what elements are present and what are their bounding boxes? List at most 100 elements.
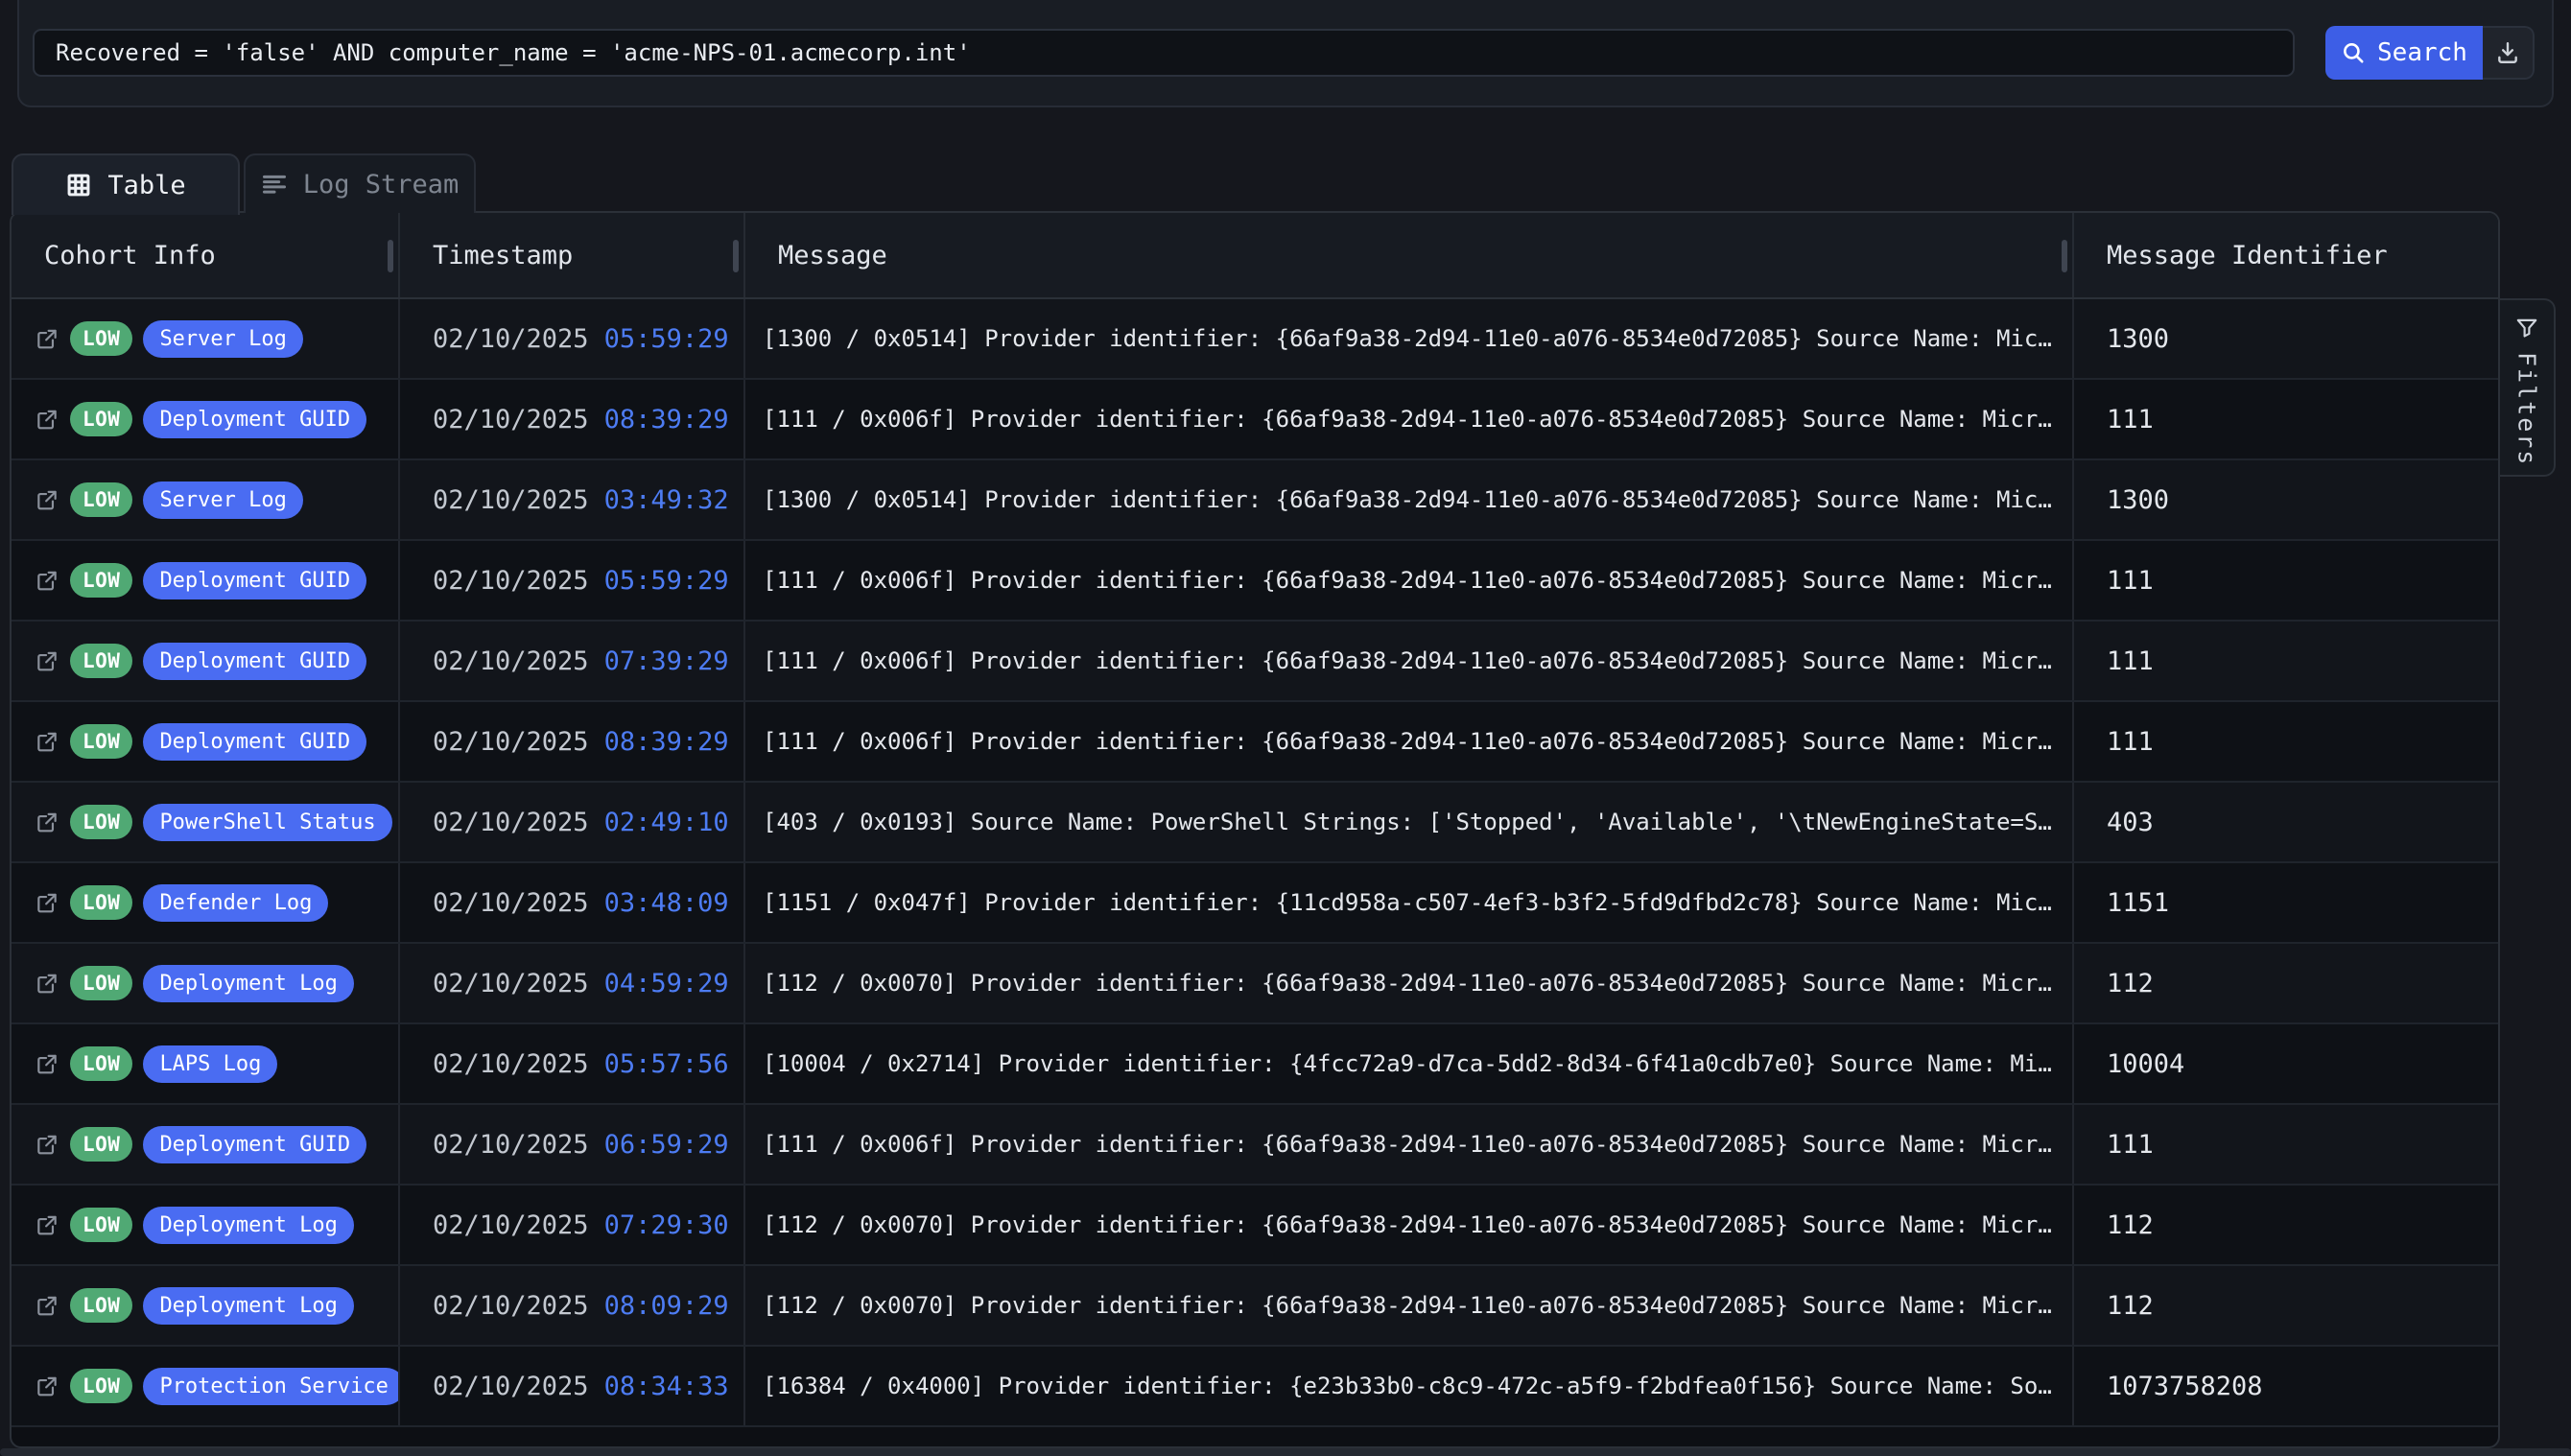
table-row: LOW Deployment GUID 02/10/2025 07:39:29 … xyxy=(12,622,2498,702)
column-header-timestamp[interactable]: Timestamp xyxy=(400,213,745,297)
timestamp-time: 07:39:29 xyxy=(604,646,729,676)
timestamp-date: 02/10/2025 xyxy=(433,888,589,918)
log-stream-icon xyxy=(261,171,288,198)
message-cell: [10004 / 0x2714] Provider identifier: {4… xyxy=(745,1024,2074,1103)
message-text: [1151 / 0x047f] Provider identifier: {11… xyxy=(763,889,2052,916)
cohort-cell: LOW Deployment GUID xyxy=(12,380,400,458)
cohort-cell: LOW PowerShell Status xyxy=(12,783,400,861)
tag-badge: Deployment GUID xyxy=(143,643,366,680)
timestamp-time: 05:59:29 xyxy=(604,324,729,354)
column-header-message-identifier[interactable]: Message Identifier xyxy=(2074,213,2498,297)
horizontal-scrollbar[interactable] xyxy=(0,1448,2571,1456)
tag-badge: Deployment Log xyxy=(143,965,353,1002)
message-text: [112 / 0x0070] Provider identifier: {66a… xyxy=(763,1292,2052,1319)
column-resize-handle[interactable] xyxy=(733,240,739,272)
external-link-icon[interactable] xyxy=(35,1374,59,1398)
external-link-icon[interactable] xyxy=(35,810,59,834)
timestamp-date: 02/10/2025 xyxy=(433,1372,589,1401)
filters-tab-label: Filters xyxy=(2513,352,2541,466)
severity-badge: LOW xyxy=(70,805,132,839)
message-identifier-cell: 111 xyxy=(2074,622,2498,700)
timestamp-time: 08:09:29 xyxy=(604,1291,729,1321)
timestamp-time: 08:39:29 xyxy=(604,727,729,757)
table-row: LOW Protection Service 02/10/2025 08:34:… xyxy=(12,1347,2498,1427)
timestamp-date: 02/10/2025 xyxy=(433,566,589,596)
message-identifier-cell: 112 xyxy=(2074,1266,2498,1345)
timestamp-time: 08:39:29 xyxy=(604,405,729,434)
message-cell: [1300 / 0x0514] Provider identifier: {66… xyxy=(745,460,2074,539)
message-identifier: 111 xyxy=(2107,727,2154,757)
timestamp-time: 05:59:29 xyxy=(604,566,729,596)
external-link-icon[interactable] xyxy=(35,890,59,915)
filter-funnel-icon xyxy=(2514,316,2539,341)
external-link-icon[interactable] xyxy=(35,971,59,996)
timestamp-date: 02/10/2025 xyxy=(433,808,589,837)
message-identifier-cell: 1300 xyxy=(2074,460,2498,539)
timestamp-date: 02/10/2025 xyxy=(433,1291,589,1321)
column-resize-handle[interactable] xyxy=(2062,240,2067,272)
message-text: [16384 / 0x4000] Provider identifier: {e… xyxy=(763,1373,2052,1399)
table-row: LOW Deployment Log 02/10/2025 08:09:29 [… xyxy=(12,1266,2498,1347)
external-link-icon[interactable] xyxy=(35,1051,59,1076)
message-identifier-cell: 1151 xyxy=(2074,863,2498,942)
download-button[interactable] xyxy=(2483,26,2535,80)
tag-badge: Deployment GUID xyxy=(143,401,366,438)
search-button[interactable]: Search xyxy=(2325,26,2483,80)
search-icon xyxy=(2341,40,2366,65)
severity-badge: LOW xyxy=(70,1046,132,1081)
cohort-cell: LOW Deployment Log xyxy=(12,1266,400,1345)
timestamp-cell: 02/10/2025 08:34:33 xyxy=(400,1347,745,1425)
message-cell: [112 / 0x0070] Provider identifier: {66a… xyxy=(745,1186,2074,1264)
tab-log-stream-label: Log Stream xyxy=(303,170,460,200)
external-link-icon[interactable] xyxy=(35,407,59,432)
severity-badge: LOW xyxy=(70,1127,132,1162)
results-table: Cohort Info Timestamp Message Message Id… xyxy=(10,211,2500,1448)
external-link-icon[interactable] xyxy=(35,568,59,593)
external-link-icon[interactable] xyxy=(35,1293,59,1318)
table-header-row: Cohort Info Timestamp Message Message Id… xyxy=(12,213,2498,299)
column-header-message[interactable]: Message xyxy=(745,213,2074,297)
tab-log-stream[interactable]: Log Stream xyxy=(244,153,476,213)
tag-badge: LAPS Log xyxy=(143,1045,277,1083)
external-link-icon[interactable] xyxy=(35,648,59,673)
external-link-icon[interactable] xyxy=(35,1132,59,1157)
message-identifier: 112 xyxy=(2107,969,2154,998)
message-identifier: 1073758208 xyxy=(2107,1372,2263,1401)
message-cell: [111 / 0x006f] Provider identifier: {66a… xyxy=(745,541,2074,620)
message-text: [10004 / 0x2714] Provider identifier: {4… xyxy=(763,1050,2052,1077)
timestamp-cell: 02/10/2025 08:39:29 xyxy=(400,380,745,458)
search-query-input[interactable]: Recovered = 'false' AND computer_name = … xyxy=(33,29,2295,77)
message-identifier: 111 xyxy=(2107,566,2154,596)
external-link-icon[interactable] xyxy=(35,326,59,351)
tag-badge: Deployment GUID xyxy=(143,723,366,761)
severity-badge: LOW xyxy=(70,1288,132,1323)
search-button-label: Search xyxy=(2377,38,2467,67)
timestamp-cell: 02/10/2025 05:57:56 xyxy=(400,1024,745,1103)
message-text: [111 / 0x006f] Provider identifier: {66a… xyxy=(763,1131,2052,1158)
column-resize-handle[interactable] xyxy=(388,240,393,272)
message-cell: [111 / 0x006f] Provider identifier: {66a… xyxy=(745,380,2074,458)
cohort-cell: LOW Protection Service xyxy=(12,1347,400,1425)
tag-badge: Deployment Log xyxy=(143,1287,353,1325)
message-text: [112 / 0x0070] Provider identifier: {66a… xyxy=(763,1211,2052,1238)
tab-table-label: Table xyxy=(107,171,185,200)
timestamp-time: 07:29:30 xyxy=(604,1210,729,1240)
external-link-icon[interactable] xyxy=(35,487,59,512)
message-text: [1300 / 0x0514] Provider identifier: {66… xyxy=(763,486,2052,513)
timestamp-cell: 02/10/2025 06:59:29 xyxy=(400,1105,745,1184)
tab-table[interactable]: Table xyxy=(12,153,240,215)
filters-tab[interactable]: Filters xyxy=(2500,298,2556,477)
timestamp-cell: 02/10/2025 05:59:29 xyxy=(400,299,745,378)
message-identifier-cell: 111 xyxy=(2074,1105,2498,1184)
external-link-icon[interactable] xyxy=(35,729,59,754)
table-body: LOW Server Log 02/10/2025 05:59:29 [1300… xyxy=(12,299,2498,1427)
cohort-cell: LOW Server Log xyxy=(12,299,400,378)
column-header-cohort-info[interactable]: Cohort Info xyxy=(12,213,400,297)
timestamp-cell: 02/10/2025 02:49:10 xyxy=(400,783,745,861)
timestamp-date: 02/10/2025 xyxy=(433,485,589,515)
table-row: LOW Deployment GUID 02/10/2025 08:39:29 … xyxy=(12,702,2498,783)
message-identifier-cell: 112 xyxy=(2074,944,2498,1022)
search-query-text: Recovered = 'false' AND computer_name = … xyxy=(56,39,971,66)
external-link-icon[interactable] xyxy=(35,1212,59,1237)
timestamp-time: 03:49:32 xyxy=(604,485,729,515)
